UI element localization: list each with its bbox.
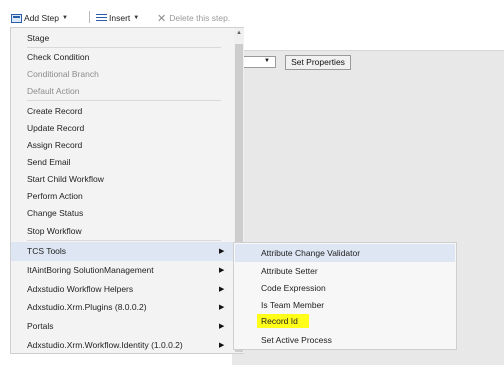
menu-item-assign-record[interactable]: Assign Record <box>27 137 82 153</box>
menu-separator <box>27 240 221 241</box>
menu-item-portals[interactable]: Portals <box>27 318 53 334</box>
insert-icon <box>96 13 107 23</box>
submenu-item-set-active-process[interactable]: Set Active Process <box>261 332 332 348</box>
add-step-label: Add Step <box>24 13 59 23</box>
menu-item-conditional-branch[interactable]: Conditional Branch <box>27 66 99 82</box>
toolbar-separator <box>89 11 90 23</box>
menu-item-change-status[interactable]: Change Status <box>27 205 83 221</box>
chevron-right-icon: ▶ <box>219 286 225 293</box>
insert-label: Insert <box>109 13 131 23</box>
menu-item-create-record[interactable]: Create Record <box>27 103 82 119</box>
submenu-item-attribute-setter[interactable]: Attribute Setter <box>261 263 318 279</box>
delete-step-label: Delete this step. <box>169 13 231 23</box>
menu-item-adxstudio-xrm-workflow-identity[interactable]: Adxstudio.Xrm.Workflow.Identity (1.0.0.2… <box>27 337 183 353</box>
add-step-icon <box>11 13 22 23</box>
menu-item-check-condition[interactable]: Check Condition <box>27 49 89 65</box>
set-properties-button[interactable]: Set Properties <box>285 55 351 70</box>
chevron-right-icon: ▶ <box>219 304 225 311</box>
chevron-right-icon: ▶ <box>219 323 225 330</box>
submenu-item-record-id[interactable]: Record Id <box>261 313 298 329</box>
chevron-down-icon: ▼ <box>61 15 68 21</box>
submenu-item-code-expression[interactable]: Code Expression <box>261 280 326 296</box>
chevron-down-icon: ▼ <box>133 15 140 21</box>
menu-item-itaintboring-solutionmanagement[interactable]: ItAintBoring SolutionManagement <box>27 262 154 278</box>
chevron-right-icon: ▶ <box>219 342 225 349</box>
menu-item-update-record[interactable]: Update Record <box>27 120 84 136</box>
content-header-strip <box>232 34 504 51</box>
submenu-item-attribute-change-validator[interactable]: Attribute Change Validator <box>261 245 360 261</box>
insert-button[interactable]: Insert ▼ <box>96 11 139 25</box>
chevron-right-icon: ▶ <box>219 267 225 274</box>
submenu-item-is-team-member[interactable]: Is Team Member <box>261 297 324 313</box>
menu-separator <box>27 100 221 101</box>
chevron-right-icon: ▶ <box>219 248 225 255</box>
delete-icon: ✕ <box>157 12 167 25</box>
step-type-select[interactable]: ▼ <box>242 56 276 68</box>
menu-item-default-action[interactable]: Default Action <box>27 83 79 99</box>
scroll-up-arrow-icon[interactable]: ▲ <box>234 30 244 36</box>
menu-separator <box>27 47 221 48</box>
delete-step-button[interactable]: ✕ Delete this step. <box>157 11 230 25</box>
add-step-button[interactable]: Add Step ▼ <box>11 11 68 25</box>
chevron-down-icon: ▼ <box>264 58 270 64</box>
menu-item-send-email[interactable]: Send Email <box>27 154 70 170</box>
menu-item-tcs-tools[interactable]: TCS Tools <box>27 243 66 259</box>
menu-item-adxstudio-xrm-plugins[interactable]: Adxstudio.Xrm.Plugins (8.0.0.2) <box>27 299 147 315</box>
menu-item-start-child-workflow[interactable]: Start Child Workflow <box>27 171 104 187</box>
menu-item-perform-action[interactable]: Perform Action <box>27 188 83 204</box>
menu-item-adxstudio-workflow-helpers[interactable]: Adxstudio Workflow Helpers <box>27 281 133 297</box>
tcs-tools-submenu: Attribute Change Validator Attribute Set… <box>233 242 457 350</box>
menu-item-stage[interactable]: Stage <box>27 30 49 46</box>
menu-item-stop-workflow[interactable]: Stop Workflow <box>27 223 82 239</box>
